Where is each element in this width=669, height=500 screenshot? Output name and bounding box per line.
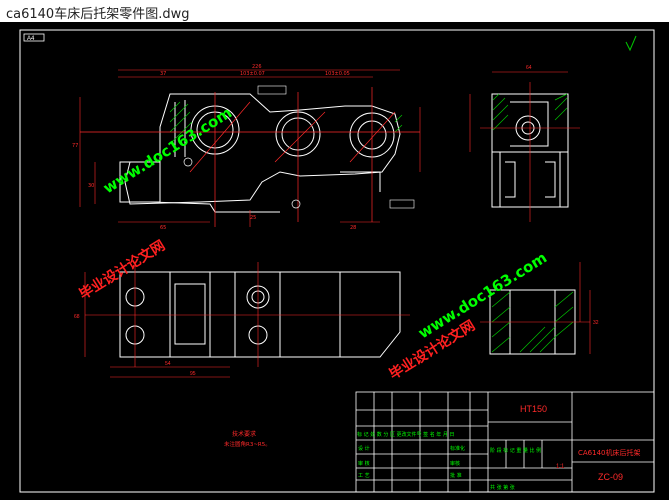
dim-plan-h: 68: [74, 314, 80, 320]
tb-row3-col1: 工 艺: [358, 473, 370, 479]
material-label: HT150: [520, 404, 547, 414]
dim-plan-a: 54: [165, 361, 171, 367]
dim-overall: 226: [252, 64, 262, 70]
stage-header: 阶 段 标 记 重 量 比 例: [490, 447, 541, 454]
cad-drawing: A4 226 37 103±0.07 103±0.05 77 30 25 65 …: [19, 29, 655, 493]
dim-d1: 37: [160, 71, 166, 77]
roughness-symbol: [625, 35, 637, 52]
part-name-label: CA6140机床后托架: [578, 448, 641, 457]
datum-b-marker: [183, 157, 193, 167]
drawing-canvas[interactable]: A4 226 37 103±0.07 103±0.05 77 30 25 65 …: [0, 22, 669, 500]
corner-label: A4: [27, 36, 35, 42]
dim-height-small: 30: [88, 183, 94, 189]
tb-row3-col3: 批 准: [450, 472, 462, 479]
dim-mid: 25: [250, 215, 256, 221]
tb-row1-col1: 设 计: [358, 445, 370, 452]
dim-plan-b: 95: [190, 371, 196, 377]
window-title: ca6140车床后托架零件图.dwg: [6, 7, 190, 22]
window-title-bar: ca6140车床后托架零件图.dwg: [0, 0, 669, 23]
dim-bottom-a: 65: [160, 225, 166, 231]
tb-row1-col3: 标准化: [450, 445, 465, 452]
dim-d3: 103±0.05: [325, 71, 350, 77]
tech-req-text: 未注圆角R3~R5。: [224, 440, 271, 448]
plan-view: [119, 271, 401, 358]
tech-req-heading: 技术要求: [232, 430, 256, 438]
tb-row2-col1: 审 核: [358, 460, 370, 467]
tb-row2-col3: 审核: [450, 460, 460, 467]
plan-view-centerlines: [84, 262, 410, 378]
dim-height-left: 77: [72, 143, 78, 149]
sheet-info: 共 张 第 张: [490, 484, 515, 491]
drawing-number-label: ZC-09: [598, 472, 623, 482]
tolerance-frame-2: [389, 199, 415, 209]
scale-label: 1:1: [556, 464, 565, 470]
title-header-row: 标 记 处 数 分 区 更改文件号 签 名 年 月 日: [357, 431, 455, 438]
datum-a-marker: [291, 199, 301, 209]
dim-side-width: 64: [526, 65, 532, 71]
tolerance-frame-1: [257, 85, 287, 95]
dim-d2: 103±0.07: [240, 71, 265, 77]
dim-side-h: 32: [593, 320, 599, 326]
dim-bottom-b: 28: [350, 225, 356, 231]
